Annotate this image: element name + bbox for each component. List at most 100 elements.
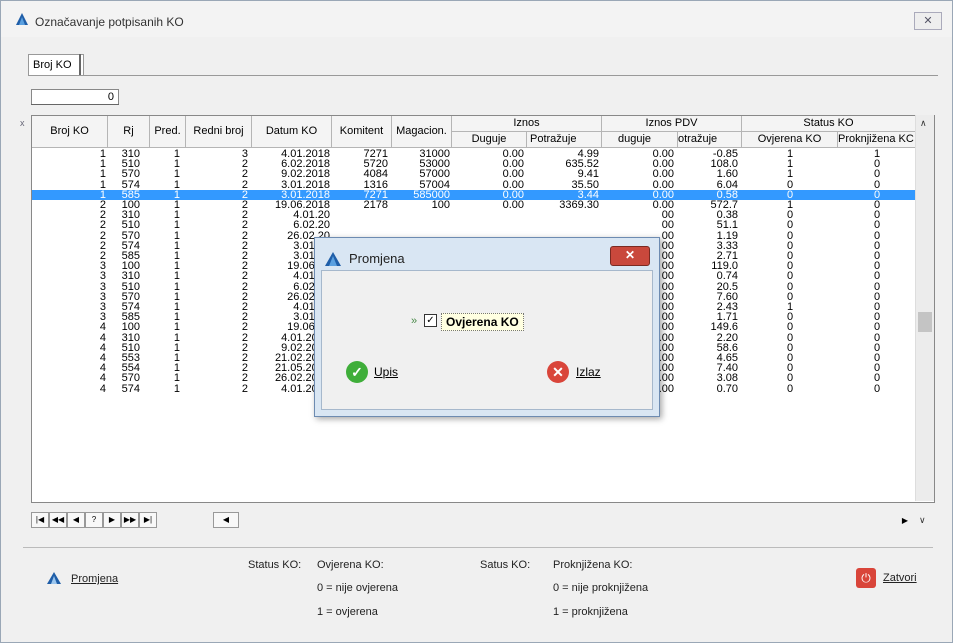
cell-pdv-potrazuje: 20.5 xyxy=(716,281,738,292)
cell-pdv-potrazuje: 7.40 xyxy=(716,363,738,374)
cell-pred: 1 xyxy=(173,322,180,333)
cell-pdv-duguje: 00 xyxy=(661,210,674,221)
table-row[interactable]: 2 510 1 2 6.02.20 00 51.1 0 0 xyxy=(32,220,916,230)
footer-legend: Promjena Status KO: Ovjerena KO: 0 = nij… xyxy=(1,549,952,641)
nav-prev-button[interactable]: ◀ xyxy=(67,512,85,528)
izlaz-x-icon[interactable]: ✕ xyxy=(547,361,569,383)
cell-rj: 585 xyxy=(121,189,140,200)
cell-ovjerena-ko: 1 xyxy=(786,149,794,159)
col-header-ovjerena-ko[interactable]: Ovjerena KO xyxy=(742,132,838,148)
cell-rj: 510 xyxy=(121,342,140,353)
cell-rj: 570 xyxy=(121,230,140,241)
nav-prev-page-button[interactable]: ◀◀ xyxy=(49,512,67,528)
cell-pred: 1 xyxy=(173,261,180,272)
cell-rj: 510 xyxy=(121,159,140,170)
scroll-left-button[interactable]: ◀ xyxy=(213,512,239,528)
cell-datum-ko: 4.01.2018 xyxy=(281,149,330,159)
cell-broj-ko: 1 xyxy=(99,159,106,170)
cell-pred: 1 xyxy=(173,189,180,200)
cell-proknjizena-ko: 0 xyxy=(873,251,881,261)
cell-pdv-potrazuje: 572.7 xyxy=(710,200,738,210)
cell-ovjerena-ko: 1 xyxy=(786,302,794,312)
scroll-right-button[interactable]: ▶ xyxy=(897,513,913,529)
proknjizena-legend-1: 1 = proknjižena xyxy=(553,606,628,618)
vertical-scrollbar[interactable]: ∧ xyxy=(915,115,934,501)
promjena-button[interactable]: Promjena xyxy=(71,573,118,585)
nav-search-button[interactable]: ? xyxy=(85,512,103,528)
cell-proknjizena-ko: 0 xyxy=(873,363,881,374)
tab-broj-ko[interactable]: Broj KO xyxy=(28,54,84,75)
table-row[interactable]: 1 585 1 2 3.01.2018 7271 585000 0.00 3.44 0.00 0.5… xyxy=(32,189,916,200)
promjena-dialog: Promjena ✕ » ✓ Ovjerena KO ✓ Upis ✕ Izla… xyxy=(314,237,660,417)
table-row[interactable]: 1 310 1 3 4.01.2018 7271 31000 0.00 4.99 0.00 -0.8… xyxy=(32,149,916,159)
title-bar: Označavanje potpisanih KO ✕ xyxy=(1,1,952,37)
ovjerena-legend-title: Ovjerena KO: xyxy=(317,559,384,571)
cell-pred: 1 xyxy=(173,363,180,374)
cell-pdv-potrazuje: 2.43 xyxy=(716,302,738,312)
record-counter-input[interactable]: 0 xyxy=(31,89,119,105)
dialog-close-button[interactable]: ✕ xyxy=(610,246,650,266)
cell-ovjerena-ko: 0 xyxy=(786,271,794,282)
cell-ovjerena-ko: 0 xyxy=(786,383,794,394)
cell-rj: 574 xyxy=(121,302,140,312)
col-header-datum-ko[interactable]: Datum KO xyxy=(252,116,332,148)
cell-redni-broj: 3 xyxy=(241,149,248,159)
table-row[interactable]: 1 574 1 2 3.01.2018 1316 57004 0.00 35.50 0.00 6.0… xyxy=(32,180,916,190)
cell-pred: 1 xyxy=(173,353,180,363)
cell-pdv-duguje: 0.00 xyxy=(652,179,674,190)
nav-last-button[interactable]: ▶| xyxy=(139,512,157,528)
cell-broj-ko: 3 xyxy=(99,302,106,312)
col-header-rj[interactable]: Rj xyxy=(108,116,150,148)
window-close-button[interactable]: ✕ xyxy=(914,12,942,30)
cell-pdv-duguje: 0.00 xyxy=(652,189,674,200)
cell-proknjizena-ko: 0 xyxy=(873,342,881,353)
ovjerena-checkbox[interactable]: ✓ xyxy=(424,314,437,327)
cell-ovjerena-ko: 0 xyxy=(786,179,794,190)
col-header-proknjizena-ko[interactable]: Proknjižena KC xyxy=(838,132,916,148)
col-header-pdv-potrazuje[interactable]: otražuje xyxy=(678,132,742,148)
scroll-up-icon[interactable]: ∧ xyxy=(920,118,927,129)
nav-next-page-button[interactable]: ▶▶ xyxy=(121,512,139,528)
cell-redni-broj: 2 xyxy=(241,353,248,363)
ovjerena-checkbox-label[interactable]: Ovjerena KO xyxy=(441,313,524,331)
col-header-potrazuje[interactable]: Potražuje xyxy=(527,132,602,148)
power-icon[interactable]: ⏻ xyxy=(856,568,876,588)
table-row[interactable]: 1 570 1 2 9.02.2018 4084 57000 0.00 9.41 0.00 1.60… xyxy=(32,169,916,179)
scroll-down-icon[interactable]: ∨ xyxy=(919,515,926,526)
table-row[interactable]: 2 310 1 2 4.01.20 00 0.38 0 0 xyxy=(32,210,916,220)
cell-pred: 1 xyxy=(173,230,180,241)
cell-rj: 100 xyxy=(121,261,140,272)
cell-ovjerena-ko: 0 xyxy=(786,312,794,323)
cell-rj: 510 xyxy=(121,220,140,231)
upis-check-icon[interactable]: ✓ xyxy=(346,361,368,383)
izlaz-button[interactable]: Izlaz xyxy=(576,365,601,379)
table-row[interactable]: 1 510 1 2 6.02.2018 5720 53000 0.00 635.52 0.00 10… xyxy=(32,159,916,169)
col-header-magacion[interactable]: Magacion. xyxy=(392,116,452,148)
nav-next-button[interactable]: ▶ xyxy=(103,512,121,528)
cell-proknjizena-ko: 0 xyxy=(873,312,881,323)
col-group-iznos: Iznos xyxy=(452,116,602,132)
col-header-duguje[interactable]: Duguje xyxy=(452,132,527,148)
cell-datum-ko: 19.06.2018 xyxy=(274,200,330,210)
cell-duguje: 0.00 xyxy=(502,179,524,190)
cell-pdv-potrazuje: 3.08 xyxy=(716,373,738,384)
col-header-pred[interactable]: Pred. xyxy=(150,116,186,148)
cell-redni-broj: 2 xyxy=(241,240,248,251)
cell-pdv-potrazuje: 3.33 xyxy=(716,240,738,251)
cell-broj-ko: 2 xyxy=(99,230,106,241)
zatvori-button[interactable]: Zatvori xyxy=(883,572,917,584)
col-header-redni-broj[interactable]: Redni broj xyxy=(186,116,252,148)
cell-broj-ko: 3 xyxy=(99,261,106,272)
col-header-pdv-duguje[interactable]: duguje xyxy=(602,132,678,148)
cell-proknjizena-ko: 0 xyxy=(873,230,881,241)
upis-button[interactable]: Upis xyxy=(374,365,398,379)
col-header-komitent[interactable]: Komitent xyxy=(332,116,392,148)
table-row[interactable]: 2 100 1 2 19.06.2018 2178 100 0.00 3369.30 0.00 57… xyxy=(32,200,916,210)
tab-edge xyxy=(79,54,81,75)
main-window: Označavanje potpisanih KO ✕ Broj KO 0 x … xyxy=(0,0,953,643)
cell-rj: 570 xyxy=(121,169,140,180)
col-header-broj-ko[interactable]: Broj KO xyxy=(32,116,108,148)
nav-first-button[interactable]: |◀ xyxy=(31,512,49,528)
scroll-thumb[interactable] xyxy=(918,312,932,332)
cell-broj-ko: 4 xyxy=(99,353,106,363)
